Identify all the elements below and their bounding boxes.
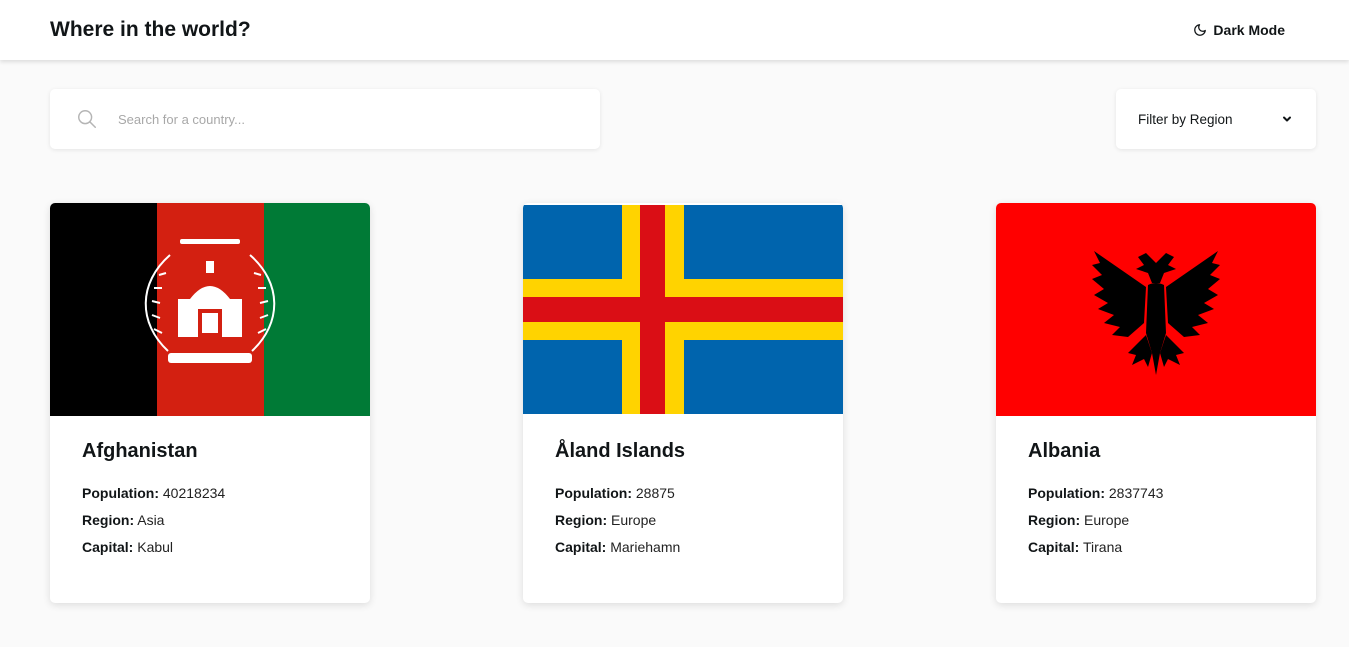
app-title: Where in the world? bbox=[50, 18, 251, 41]
population-value: 2837743 bbox=[1108, 485, 1164, 501]
dark-mode-label: Dark Mode bbox=[1213, 22, 1285, 38]
search-box[interactable] bbox=[50, 89, 600, 149]
capital-value: Kabul bbox=[137, 539, 174, 555]
population-value: 40218234 bbox=[162, 485, 226, 501]
region-line: Region: Europe bbox=[1028, 507, 1284, 534]
chevron-down-icon bbox=[1282, 114, 1292, 124]
card-body: Åland Islands Population: 28875 Region: … bbox=[523, 416, 843, 561]
capital-value: Mariehamn bbox=[610, 539, 681, 555]
search-input[interactable] bbox=[118, 111, 558, 127]
population-value: 28875 bbox=[635, 485, 675, 501]
region-filter-label: Filter by Region bbox=[1138, 111, 1233, 127]
region-label: Region: bbox=[1028, 512, 1081, 528]
population-line: Population: 28875 bbox=[555, 480, 811, 507]
population-label: Population: bbox=[1028, 485, 1105, 501]
country-name: Åland Islands bbox=[555, 440, 686, 462]
moon-icon bbox=[1193, 23, 1207, 37]
population-label: Population: bbox=[82, 485, 159, 501]
top-bar: Where in the world? Dark Mode bbox=[0, 0, 1349, 60]
capital-line: Capital: Mariehamn bbox=[555, 534, 811, 561]
country-card-afghanistan[interactable]: Afghanistan Population: 40218234 Region:… bbox=[50, 203, 370, 603]
card-body: Albania Population: 2837743 Region: Euro… bbox=[996, 416, 1316, 561]
afghanistan-flag bbox=[50, 203, 370, 416]
region-filter-dropdown[interactable]: Filter by Region bbox=[1116, 89, 1316, 149]
country-name: Afghanistan bbox=[82, 440, 198, 462]
population-label: Population: bbox=[555, 485, 632, 501]
dark-mode-toggle[interactable]: Dark Mode bbox=[1193, 22, 1285, 38]
capital-value: Tirana bbox=[1082, 539, 1123, 555]
country-card-aland-islands[interactable]: Åland Islands Population: 28875 Region: … bbox=[523, 203, 843, 603]
region-label: Region: bbox=[82, 512, 135, 528]
card-body: Afghanistan Population: 40218234 Region:… bbox=[50, 416, 370, 561]
country-card-albania[interactable]: Albania Population: 2837743 Region: Euro… bbox=[996, 203, 1316, 603]
albania-flag bbox=[996, 203, 1316, 416]
region-line: Region: Asia bbox=[82, 507, 338, 534]
capital-label: Capital: bbox=[82, 539, 134, 555]
population-line: Population: 40218234 bbox=[82, 480, 338, 507]
region-label: Region: bbox=[555, 512, 608, 528]
capital-label: Capital: bbox=[555, 539, 607, 555]
region-value: Asia bbox=[137, 512, 165, 528]
population-line: Population: 2837743 bbox=[1028, 480, 1284, 507]
region-line: Region: Europe bbox=[555, 507, 811, 534]
capital-line: Capital: Tirana bbox=[1028, 534, 1284, 561]
region-value: Europe bbox=[611, 512, 657, 528]
country-name: Albania bbox=[1028, 440, 1101, 462]
capital-line: Capital: Kabul bbox=[82, 534, 338, 561]
capital-label: Capital: bbox=[1028, 539, 1080, 555]
aland-flag bbox=[523, 205, 843, 414]
search-icon bbox=[76, 108, 98, 130]
region-value: Europe bbox=[1084, 512, 1130, 528]
